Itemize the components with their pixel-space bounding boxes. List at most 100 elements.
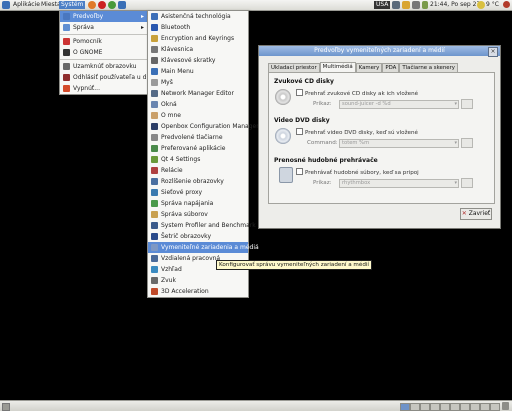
preferences-menu-item[interactable]: Správa napájania bbox=[148, 198, 248, 209]
preferences-menu-item[interactable]: 3D Acceleration bbox=[148, 286, 248, 297]
preferences-menu-item[interactable]: Main Menu bbox=[148, 66, 248, 77]
volume-icon[interactable] bbox=[412, 1, 420, 9]
checkbox-box[interactable] bbox=[296, 128, 303, 135]
battery-icon[interactable] bbox=[422, 1, 428, 9]
preferences-menu-item[interactable]: Vymeniteľné zariadenia a médiá bbox=[148, 242, 259, 253]
dialog-title-bar[interactable]: Predvoľby vymeniteľných zariadení a médi… bbox=[259, 46, 500, 57]
preferences-menu-item[interactable]: System Profiler and Benchmark bbox=[148, 220, 256, 231]
preferences-menu-item-label: Bluetooth bbox=[161, 24, 191, 31]
preferences-menu-item[interactable]: Šetrič obrazovky bbox=[148, 231, 248, 242]
preferences-menu-item[interactable]: Sieťové proxy bbox=[148, 187, 248, 198]
preferences-menu-item-label: Správa napájania bbox=[161, 200, 214, 207]
3d-acceleration-icon bbox=[151, 288, 158, 295]
temperature[interactable]: 9 °C bbox=[486, 1, 499, 9]
tab-0[interactable]: Ukladací priestor bbox=[268, 63, 320, 72]
preferences-menu-item-label: Encryption and Keyrings bbox=[161, 35, 235, 42]
applications-menu[interactable]: Aplikácie bbox=[13, 1, 40, 9]
cd-command-value: sound-juicer -d %d bbox=[342, 101, 391, 107]
network-icon bbox=[151, 90, 158, 97]
tab-3[interactable]: PDA bbox=[382, 63, 400, 72]
dvd-command-combo[interactable]: totem %m ▾ bbox=[339, 139, 459, 148]
opera-launcher-icon[interactable] bbox=[98, 1, 106, 9]
dvd-heading: Video DVD disky bbox=[274, 117, 330, 124]
preferences-menu-item-label: Vymeniteľné zariadenia a médiá bbox=[161, 244, 259, 251]
checkbox-box[interactable] bbox=[296, 89, 303, 96]
close-button[interactable]: ✕ Zavrieť bbox=[460, 208, 492, 220]
preferences-menu-item-label: Myš bbox=[161, 79, 173, 86]
preferences-menu-item[interactable]: Preferované aplikácie bbox=[148, 143, 248, 154]
weather-icon[interactable] bbox=[477, 1, 485, 9]
proxy-icon bbox=[151, 189, 158, 196]
cd-command-combo[interactable]: sound-juicer -d %d ▾ bbox=[339, 100, 459, 109]
preferences-menu-item[interactable]: Relácie bbox=[148, 165, 248, 176]
accessibility-icon bbox=[151, 13, 158, 20]
places-menu[interactable]: Miesta bbox=[41, 1, 61, 9]
system-menu-item[interactable]: Odhlásiť používateľa u dusan... bbox=[60, 72, 167, 83]
power-menu-icon[interactable] bbox=[503, 1, 510, 9]
preferences-menu-item[interactable]: Klávesnica bbox=[148, 44, 248, 55]
dvd-disc-icon bbox=[275, 128, 291, 144]
system-menu-item[interactable]: Správa ▸ bbox=[60, 22, 147, 33]
preferences-menu-item[interactable]: Openbox Configuration Manager bbox=[148, 121, 259, 132]
chrome-launcher-icon[interactable] bbox=[108, 1, 116, 9]
update-icon[interactable] bbox=[402, 1, 410, 9]
preferences-menu-item[interactable]: Asistenčná technológia bbox=[148, 11, 248, 22]
system-menu-item[interactable]: Pomocník bbox=[60, 36, 147, 47]
preferences-menu-item-label: Network Manager Editor bbox=[161, 90, 234, 97]
preferences-menu-item[interactable]: Správa súborov bbox=[148, 209, 248, 220]
firefox-launcher-icon[interactable] bbox=[88, 1, 96, 9]
dialog-title: Predvoľby vymeniteľných zariadení a médi… bbox=[314, 47, 445, 54]
preferences-menu-item-label: Asistenčná technológia bbox=[161, 13, 231, 20]
lock-screen-icon bbox=[63, 63, 70, 70]
player-command-combo[interactable]: rhythmbox ▾ bbox=[339, 179, 459, 188]
preferences-menu-item[interactable]: Predvolené tlačiarne bbox=[148, 132, 248, 143]
system-menu-item[interactable]: Uzamknúť obrazovku bbox=[60, 61, 147, 72]
preferences-menu-item[interactable]: O mne bbox=[148, 110, 248, 121]
system-menu-item[interactable]: Vypnúť... bbox=[60, 83, 147, 94]
preferences-submenu: Asistenčná technológia Bluetooth Encryptio… bbox=[147, 10, 259, 298]
preferences-menu-item[interactable]: Rozlíšenie obrazovky bbox=[148, 176, 248, 187]
shortcuts-icon bbox=[151, 57, 158, 64]
tab-4[interactable]: Tlačiarne a skenery bbox=[399, 63, 458, 72]
player-command-browse-button[interactable] bbox=[461, 178, 473, 188]
gnome-foot-icon[interactable] bbox=[2, 1, 10, 9]
player-heading: Prenosné hudobné prehrávače bbox=[274, 157, 378, 164]
trash-icon[interactable] bbox=[502, 402, 509, 410]
system-menu-item[interactable]: O GNOME bbox=[60, 47, 147, 58]
cd-command-browse-button[interactable] bbox=[461, 99, 473, 109]
preferences-menu-item-label: Okná bbox=[161, 101, 177, 108]
tab-2[interactable]: Kamery bbox=[355, 63, 383, 72]
appearance-icon bbox=[151, 266, 158, 273]
checkbox-box[interactable] bbox=[296, 168, 303, 175]
player-autoplay-checkbox[interactable]: Prehrávať hudobné súbory, keď sa pripoj bbox=[296, 168, 419, 176]
tab-1[interactable]: Multimédiá bbox=[319, 62, 356, 72]
dvd-command-browse-button[interactable] bbox=[461, 138, 473, 148]
tooltip: Konfigurovať správu vymeniteľných zariad… bbox=[216, 260, 372, 270]
help-launcher-icon[interactable] bbox=[118, 1, 126, 9]
chevron-down-icon: ▾ bbox=[454, 180, 457, 186]
cd-autoplay-checkbox[interactable]: Prehrať zvukové CD disky ak ich vložené bbox=[296, 89, 418, 97]
close-button-label: Zavrieť bbox=[468, 210, 491, 217]
system-menu[interactable]: Systém bbox=[59, 1, 86, 9]
system-menu-item[interactable]: Predvoľby ▸ bbox=[60, 11, 147, 22]
preferences-menu-item-label: Sieťové proxy bbox=[161, 189, 203, 196]
preferences-menu-item[interactable]: Network Manager Editor bbox=[148, 88, 248, 99]
dvd-autoplay-checkbox[interactable]: Prehrať video DVD disky, keď sú vložené bbox=[296, 128, 418, 136]
close-icon[interactable]: × bbox=[488, 47, 498, 57]
dvd-command-label: Command: bbox=[307, 140, 338, 146]
preferences-menu-item[interactable]: Myš bbox=[148, 77, 248, 88]
network-status-icon[interactable] bbox=[392, 1, 400, 9]
preferences-menu-item[interactable]: Okná bbox=[148, 99, 248, 110]
clock[interactable]: 21:44, Po sep 27 bbox=[430, 1, 480, 9]
preferences-menu-item[interactable]: Klávesové skratky bbox=[148, 55, 248, 66]
preferences-menu-item[interactable]: Zvuk bbox=[148, 275, 248, 286]
preferences-menu-item[interactable]: Qt 4 Settings bbox=[148, 154, 248, 165]
player-command-label: Príkaz: bbox=[313, 180, 332, 186]
keyboard-layout[interactable]: USA bbox=[374, 1, 391, 9]
submenu-arrow-icon: ▸ bbox=[140, 24, 144, 31]
removable-media-icon bbox=[151, 244, 158, 251]
preferences-menu-item[interactable]: Encryption and Keyrings bbox=[148, 33, 248, 44]
preferences-menu-item[interactable]: Bluetooth bbox=[148, 22, 248, 33]
submenu-arrow-icon: ▸ bbox=[140, 13, 144, 20]
preferences-menu-item-label: Rozlíšenie obrazovky bbox=[161, 178, 224, 185]
